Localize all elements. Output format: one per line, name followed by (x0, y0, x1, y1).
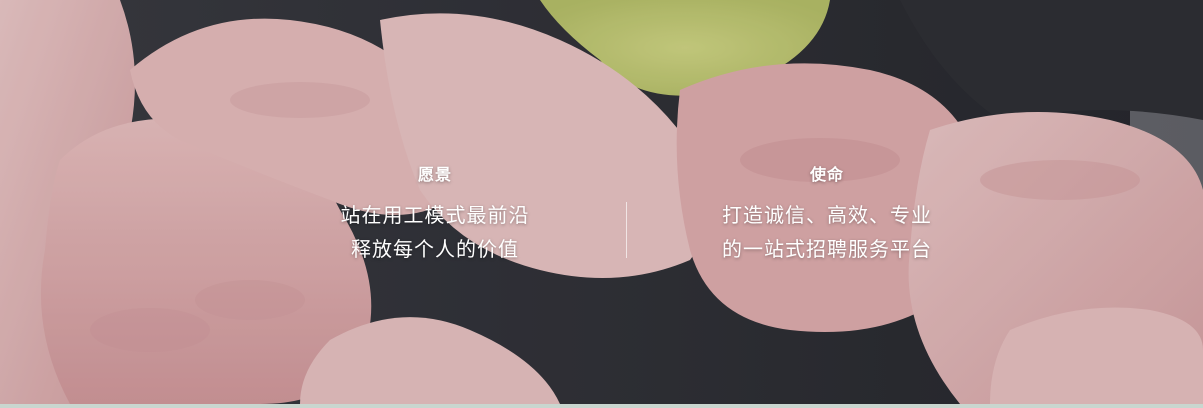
vision-heading: 愿景 (417, 165, 452, 184)
mission-line-2: 的一站式招聘服务平台 (722, 237, 932, 261)
vertical-divider (626, 202, 627, 258)
mission-heading: 使命 (809, 165, 844, 184)
mission-line-1: 打造诚信、高效、专业 (722, 203, 932, 227)
mission-block: 使命 打造诚信、高效、专业 的一站式招聘服务平台 (677, 162, 977, 266)
darken-overlay (0, 0, 1203, 404)
vision-block: 愿景 站在用工模式最前沿 释放每个人的价值 (285, 162, 585, 266)
bottom-border (0, 404, 1203, 408)
hero-banner: 愿景 站在用工模式最前沿 释放每个人的价值 使命 打造诚信、高效、专业 的一站式… (0, 0, 1203, 404)
vision-line-2: 释放每个人的价值 (351, 237, 519, 261)
vision-line-1: 站在用工模式最前沿 (340, 203, 530, 227)
